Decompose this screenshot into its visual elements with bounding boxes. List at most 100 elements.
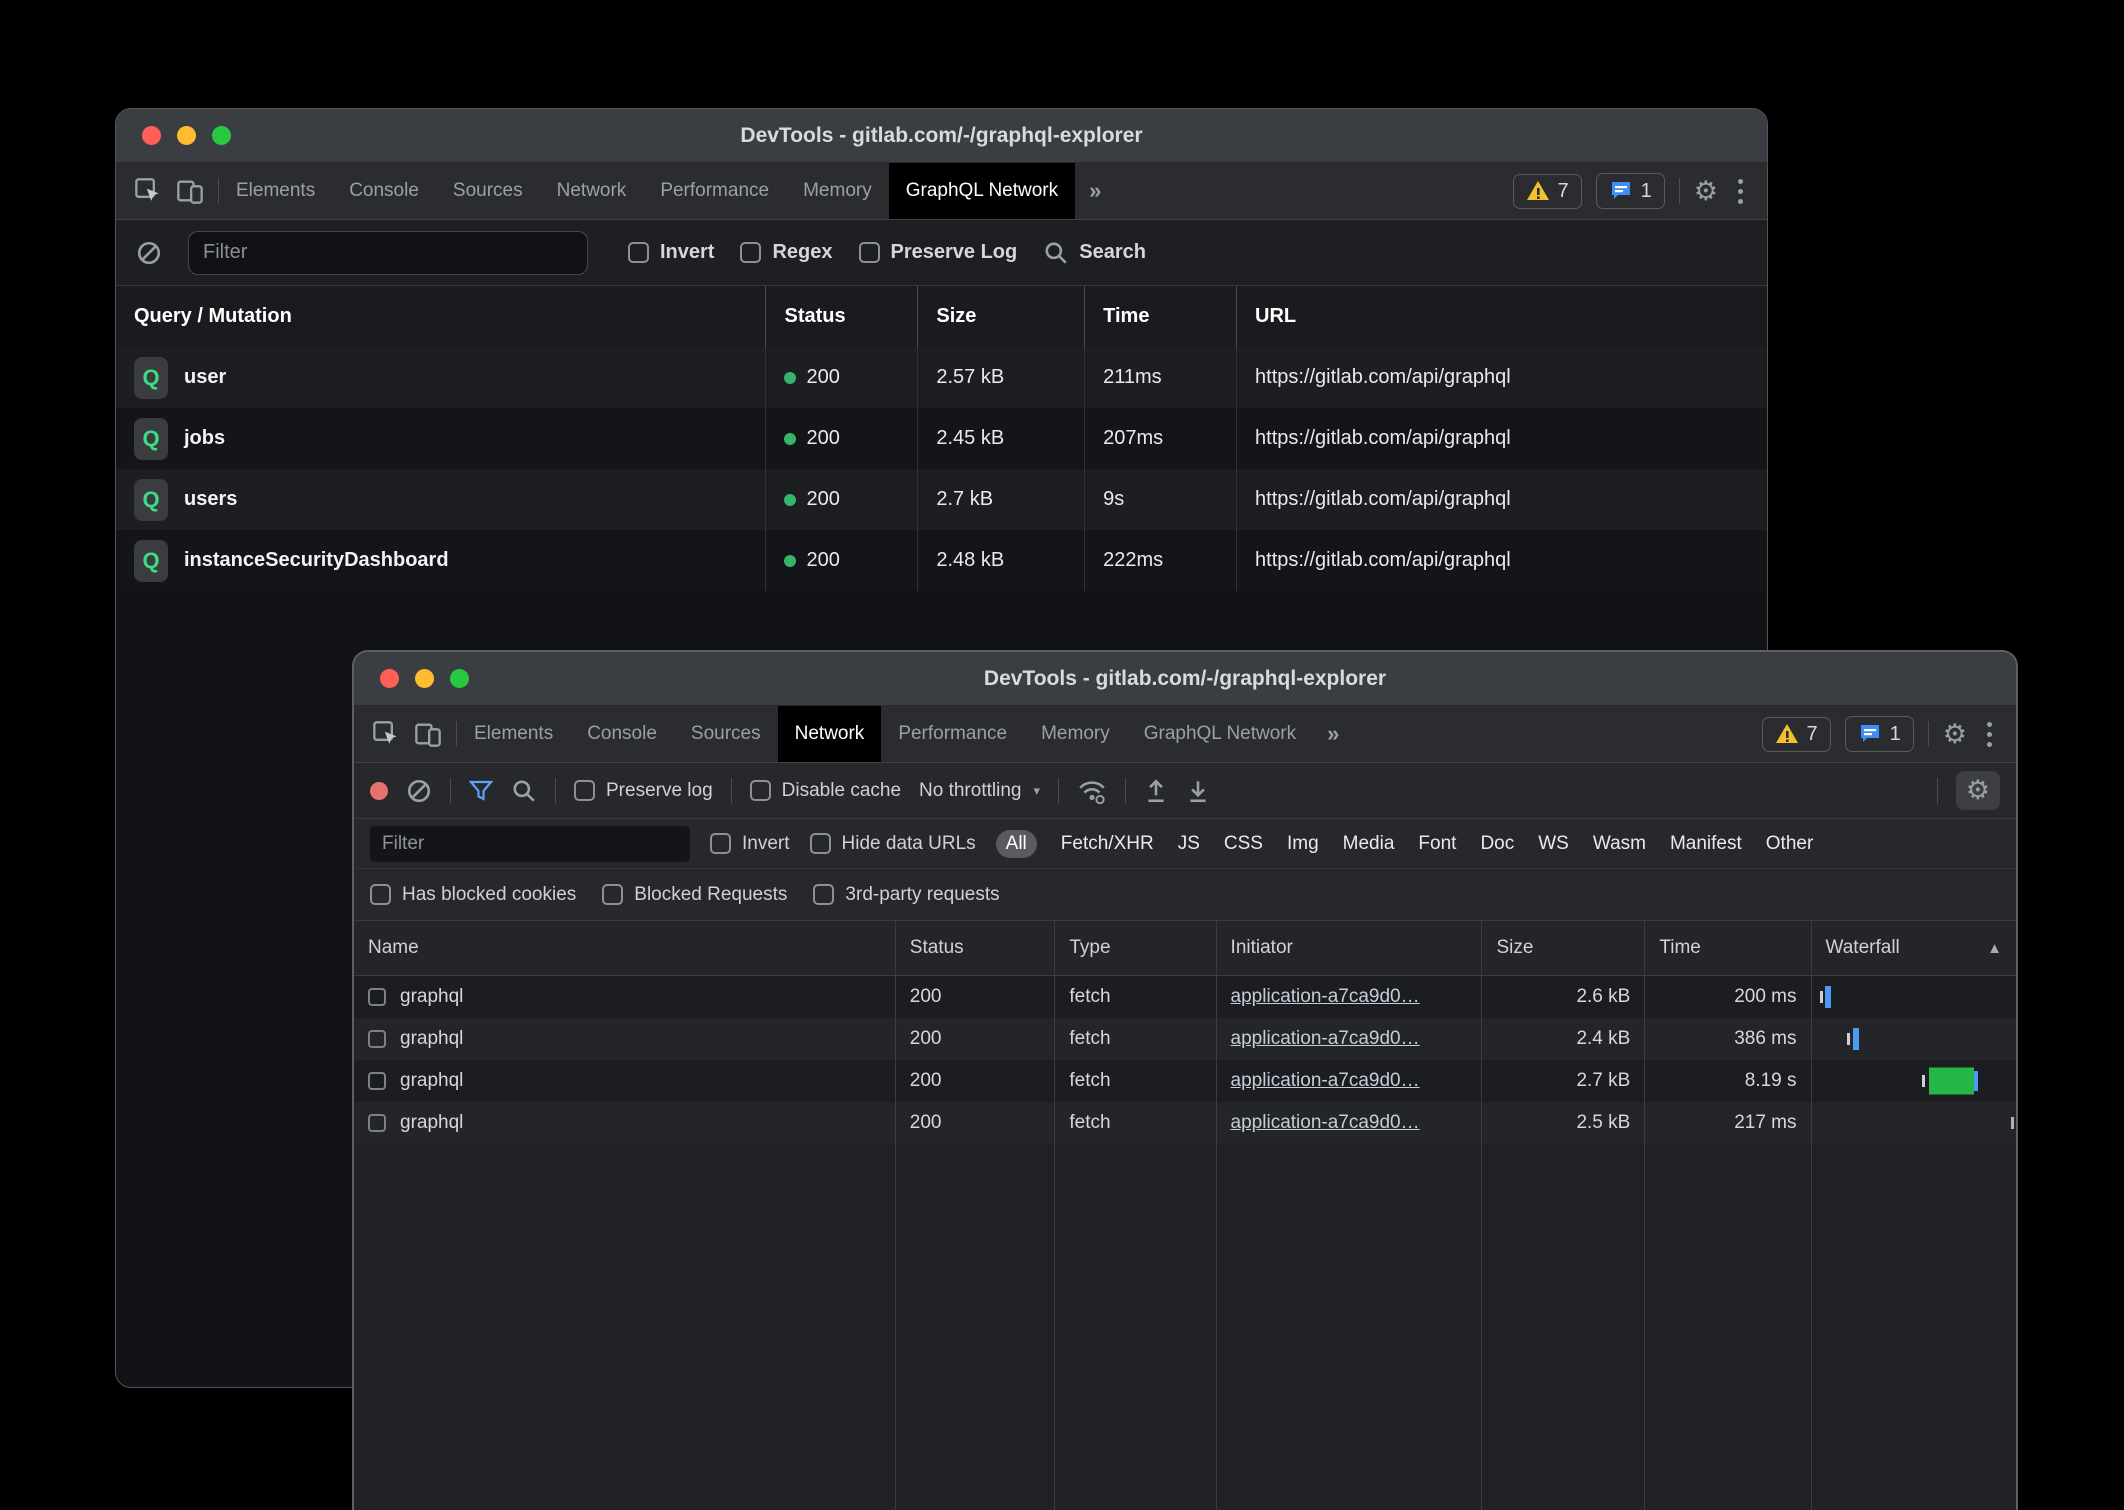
col-time[interactable]: Time (1085, 286, 1237, 347)
filter-js[interactable]: JS (1178, 833, 1200, 855)
invert-checkbox[interactable]: Invert (628, 241, 714, 264)
col-name[interactable]: Name (354, 921, 896, 975)
tab-performance[interactable]: Performance (643, 163, 786, 219)
checkbox-icon[interactable] (750, 780, 771, 801)
inspect-icon[interactable] (372, 720, 400, 748)
col-status[interactable]: Status (766, 286, 918, 347)
third-party-requests-checkbox[interactable]: 3rd-party requests (813, 884, 999, 906)
table-row[interactable]: Qjobs 200 2.45 kB 207ms https://gitlab.c… (116, 408, 1767, 469)
filter-css[interactable]: CSS (1224, 833, 1263, 855)
table-row[interactable]: Quser 200 2.57 kB 211ms https://gitlab.c… (116, 347, 1767, 408)
filter-font[interactable]: Font (1418, 833, 1456, 855)
hide-data-urls-checkbox[interactable]: Hide data URLs (810, 833, 976, 855)
zoom-button[interactable] (450, 669, 469, 688)
checkbox-icon[interactable] (574, 780, 595, 801)
tab-memory[interactable]: Memory (786, 163, 889, 219)
zoom-button[interactable] (212, 126, 231, 145)
initiator-link[interactable]: application-a7ca9d0… (1231, 986, 1420, 1008)
col-size[interactable]: Size (918, 286, 1085, 347)
tab-sources[interactable]: Sources (436, 163, 540, 219)
table-row[interactable]: graphql 200 fetch application-a7ca9d0… 2… (354, 1018, 2016, 1060)
table-row[interactable]: QinstanceSecurityDashboard 200 2.48 kB 2… (116, 530, 1767, 591)
checkbox-icon[interactable] (859, 242, 880, 263)
row-checkbox[interactable] (368, 1114, 386, 1132)
filter-doc[interactable]: Doc (1480, 833, 1514, 855)
initiator-link[interactable]: application-a7ca9d0… (1231, 1028, 1420, 1050)
checkbox-icon[interactable] (602, 884, 623, 905)
tab-sources[interactable]: Sources (674, 706, 778, 762)
filter-fetch-xhr[interactable]: Fetch/XHR (1061, 833, 1154, 855)
col-time[interactable]: Time (1645, 921, 1811, 975)
close-button[interactable] (380, 669, 399, 688)
regex-checkbox[interactable]: Regex (740, 241, 832, 264)
more-tabs-icon[interactable]: » (1313, 706, 1353, 762)
row-checkbox[interactable] (368, 1072, 386, 1090)
filter-input[interactable] (188, 231, 588, 275)
kebab-menu-icon[interactable] (1981, 722, 1998, 747)
checkbox-icon[interactable] (628, 242, 649, 263)
initiator-link[interactable]: application-a7ca9d0… (1231, 1070, 1420, 1092)
invert-checkbox[interactable]: Invert (710, 833, 790, 855)
tab-elements[interactable]: Elements (219, 163, 332, 219)
kebab-menu-icon[interactable] (1732, 179, 1749, 204)
filter-img[interactable]: Img (1287, 833, 1319, 855)
blocked-requests-checkbox[interactable]: Blocked Requests (602, 884, 787, 906)
device-toolbar-icon[interactable] (176, 177, 204, 205)
import-har-icon[interactable] (1144, 778, 1168, 804)
col-type[interactable]: Type (1055, 921, 1216, 975)
tab-elements[interactable]: Elements (457, 706, 570, 762)
tab-memory[interactable]: Memory (1024, 706, 1127, 762)
export-har-icon[interactable] (1186, 778, 1210, 804)
row-checkbox[interactable] (368, 1030, 386, 1048)
filter-all[interactable]: All (996, 830, 1037, 858)
tab-performance[interactable]: Performance (881, 706, 1024, 762)
device-toolbar-icon[interactable] (414, 720, 442, 748)
throttling-dropdown[interactable]: No throttling ▾ (919, 780, 1040, 802)
warnings-badge[interactable]: 7 (1762, 717, 1831, 752)
initiator-link[interactable]: application-a7ca9d0… (1231, 1112, 1420, 1134)
has-blocked-cookies-checkbox[interactable]: Has blocked cookies (370, 884, 576, 906)
checkbox-icon[interactable] (370, 884, 391, 905)
search-icon[interactable] (511, 778, 537, 804)
issues-badge[interactable]: 1 (1596, 173, 1665, 209)
warnings-badge[interactable]: 7 (1513, 174, 1582, 209)
search-toggle[interactable]: Search (1043, 240, 1146, 266)
disable-cache-checkbox[interactable]: Disable cache (750, 780, 901, 802)
checkbox-icon[interactable] (740, 242, 761, 263)
filter-input[interactable] (370, 826, 690, 862)
minimize-button[interactable] (177, 126, 196, 145)
record-button[interactable] (370, 782, 388, 800)
preserve-log-checkbox[interactable]: Preserve Log (859, 241, 1018, 264)
tab-network[interactable]: Network (540, 163, 644, 219)
settings-gear-icon[interactable]: ⚙ (1694, 178, 1718, 205)
tab-graphql-network[interactable]: GraphQL Network (889, 163, 1075, 219)
checkbox-icon[interactable] (710, 833, 731, 854)
col-initiator[interactable]: Initiator (1217, 921, 1483, 975)
col-url[interactable]: URL (1237, 286, 1767, 347)
network-conditions-icon[interactable] (1077, 777, 1107, 805)
issues-badge[interactable]: 1 (1845, 716, 1914, 752)
tab-graphql-network[interactable]: GraphQL Network (1127, 706, 1313, 762)
titlebar[interactable]: DevTools - gitlab.com/-/graphql-explorer (116, 109, 1767, 163)
col-waterfall[interactable]: Waterfall ▲ (1812, 921, 2016, 975)
filter-manifest[interactable]: Manifest (1670, 833, 1742, 855)
table-row[interactable]: Qusers 200 2.7 kB 9s https://gitlab.com/… (116, 469, 1767, 530)
clear-icon[interactable] (136, 240, 162, 266)
filter-ws[interactable]: WS (1538, 833, 1569, 855)
filter-other[interactable]: Other (1766, 833, 1814, 855)
close-button[interactable] (142, 126, 161, 145)
network-settings-gear-icon[interactable]: ⚙ (1956, 771, 2000, 810)
col-size[interactable]: Size (1482, 921, 1645, 975)
inspect-icon[interactable] (134, 177, 162, 205)
clear-icon[interactable] (406, 778, 432, 804)
col-query-mutation[interactable]: Query / Mutation (116, 286, 766, 347)
row-checkbox[interactable] (368, 988, 386, 1006)
checkbox-icon[interactable] (810, 833, 831, 854)
col-status[interactable]: Status (896, 921, 1056, 975)
checkbox-icon[interactable] (813, 884, 834, 905)
minimize-button[interactable] (415, 669, 434, 688)
settings-gear-icon[interactable]: ⚙ (1943, 721, 1967, 748)
more-tabs-icon[interactable]: » (1075, 163, 1115, 219)
tab-network[interactable]: Network (778, 706, 882, 762)
tab-console[interactable]: Console (332, 163, 436, 219)
